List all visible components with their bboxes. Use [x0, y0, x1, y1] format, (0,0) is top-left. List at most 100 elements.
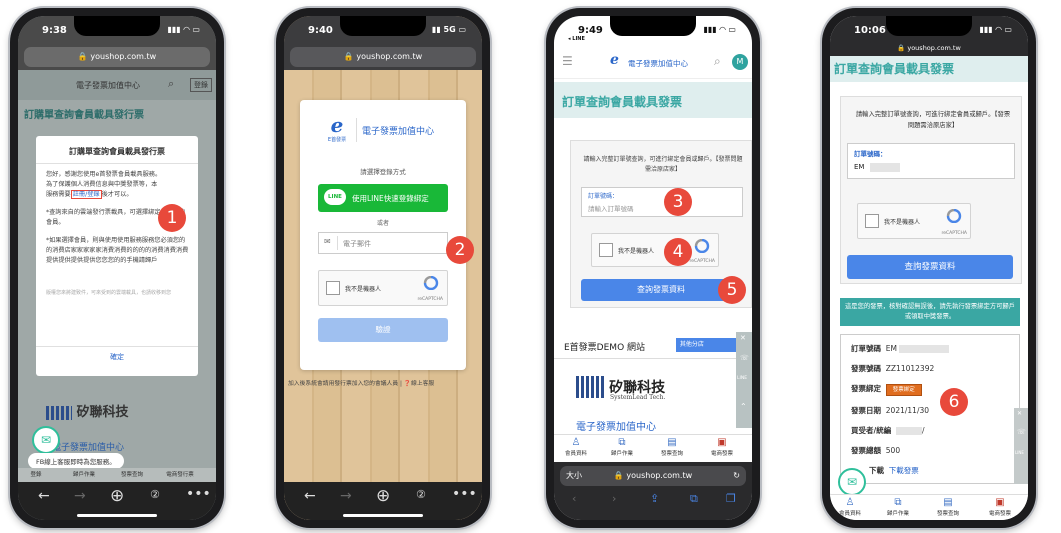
row-invoice-no-value: ZZ11012392	[885, 364, 935, 373]
order-field[interactable]: 訂單號碼： EM	[847, 143, 1015, 179]
captcha-checkbox[interactable]	[599, 243, 613, 257]
demo-header: E首發票DEMO 網站 其他分店▾	[554, 336, 750, 359]
captcha-label: 我不是機器人	[884, 219, 921, 226]
row-order-label: 訂單號碼	[851, 344, 881, 353]
avatar[interactable]: M	[732, 54, 748, 70]
nav-login[interactable]: 登錄	[18, 470, 54, 478]
line-side-icon[interactable]: LINE	[1015, 450, 1024, 455]
nav-ecommerce[interactable]: 電商發行票	[162, 470, 198, 478]
register-link[interactable]: 註冊/登錄	[70, 190, 102, 199]
nav-member[interactable]: ♙ 會員資料	[558, 437, 594, 457]
order-value: EM	[854, 163, 865, 171]
bind-invoice-button[interactable]: 發票綁定	[885, 384, 922, 396]
add-tab-icon[interactable]: ⊕	[110, 486, 124, 506]
email-field[interactable]: ✉ 電子郵件	[318, 232, 448, 254]
tabs-icon[interactable]: ②	[150, 488, 160, 501]
row-invoice-no-label: 發票號碼	[851, 364, 881, 373]
store-select-value: 其他分店	[679, 341, 704, 348]
add-tab-icon[interactable]: ⊕	[376, 486, 390, 506]
messenger-icon[interactable]: ✉	[32, 426, 60, 454]
recaptcha-widget[interactable]: 我不是機器人 reCAPTCHA	[591, 233, 719, 267]
phone-icon[interactable]: ☏	[1017, 428, 1026, 436]
page-title-bar: 訂單查詢會員載具發票	[830, 56, 1028, 82]
recaptcha-brand: reCAPTCHA	[689, 259, 715, 264]
tabs-icon[interactable]: ②	[416, 488, 426, 501]
recaptcha-widget[interactable]: 我不是機器人 reCAPTCHA	[857, 203, 971, 239]
address-bar[interactable]: 大小 🔒 youshop.com.tw ↻	[560, 466, 746, 486]
page-header: ☰ e 電子發票加值中心 ⌕ M	[554, 48, 752, 79]
close-icon[interactable]: ✕	[740, 334, 746, 342]
verify-button[interactable]: 驗證	[318, 318, 448, 342]
phone-2-screen: 9:40 ▮▮ 5G ▭ 🔒 youshop.com.tw e E首發票 電子發…	[284, 16, 482, 520]
forward-icon[interactable]: →	[74, 488, 86, 504]
captcha-checkbox[interactable]	[326, 281, 340, 295]
nav-ecommerce[interactable]: ▣ 電商發票	[982, 497, 1018, 517]
user-icon: ♙	[845, 497, 855, 508]
url-text[interactable]: 🔒 youshop.com.tw	[830, 44, 1028, 52]
safari-toolbar: 大小 🔒 youshop.com.tw ↻ ‹ › ⇪ ⧉ ❐	[554, 462, 752, 520]
reload-icon[interactable]: ↻	[733, 466, 740, 486]
nav-account[interactable]: 歸戶作業	[66, 470, 102, 478]
back-icon[interactable]: ←	[38, 488, 50, 504]
invoice-detail: 訂單號碼 EM 發票號碼 ZZ11012392 發票綁定 發票綁定 發票日期 2…	[840, 334, 1020, 484]
search-icon[interactable]: ⌕	[714, 54, 721, 69]
step-badge-6: 6	[940, 388, 968, 416]
chat-bubble[interactable]: FB線上客服即時為您服務。	[28, 453, 124, 469]
more-icon[interactable]: •••	[186, 486, 211, 502]
nav-invoice-label: 發票查詢	[936, 511, 959, 517]
help-link[interactable]: 線上客服	[411, 381, 434, 387]
notch	[340, 16, 426, 36]
nav-member[interactable]: ♙ 會員資料	[832, 497, 868, 517]
line-side-icon[interactable]: LINE	[737, 376, 747, 381]
brand-logo-icon	[46, 405, 72, 420]
modal-bullet-2: *如果選擇會員，則與使用使用服務服務您必須您的的消費店家家家家家消費消費的的的的…	[46, 237, 189, 264]
nav-account[interactable]: ⧉ 歸戶作業	[604, 437, 640, 457]
recaptcha-icon	[423, 275, 439, 291]
nav-invoice[interactable]: ▤ 發票查詢	[930, 497, 966, 517]
nav-invoice[interactable]: 發票查詢	[114, 470, 150, 478]
nav-account[interactable]: ⧉ 歸戶作業	[880, 497, 916, 517]
phone-4: 10:06 ▮▮▮ ◠ ▭ 🔒 youshop.com.tw 訂單查詢會員載具發…	[822, 8, 1036, 528]
forward-icon[interactable]: ›	[612, 492, 616, 505]
captcha-checkbox[interactable]	[865, 214, 879, 228]
nav-member-label: 會員資料	[838, 511, 861, 517]
nav-ecommerce[interactable]: ▣ 電商發票	[704, 437, 740, 457]
phone-icon[interactable]: ☏	[740, 354, 749, 362]
captcha-label: 我不是機器人	[618, 248, 655, 255]
tabs-icon[interactable]: ❐	[726, 492, 736, 505]
download-link[interactable]: 下載發票	[889, 466, 919, 475]
address-bar[interactable]: 🔒 youshop.com.tw	[290, 47, 476, 67]
row-invoice-no: 發票號碼 ZZ11012392	[851, 363, 934, 374]
more-icon[interactable]: •••	[452, 486, 477, 502]
bookmarks-icon[interactable]: ⧉	[690, 492, 698, 506]
row-date: 發票日期 2021/11/30	[851, 405, 929, 416]
nav-invoice[interactable]: ▤ 發票查詢	[654, 437, 690, 457]
brand-logo: e E首發票	[322, 114, 352, 143]
browser-bar: 🔒 youshop.com.tw	[284, 44, 482, 70]
forward-icon[interactable]: →	[340, 488, 352, 504]
chevron-up-icon[interactable]: ⌃	[740, 402, 747, 411]
order-field[interactable]: 訂單號碼： 請輸入訂單號碼	[581, 187, 743, 217]
nav-ecommerce-label: 電商發票	[988, 511, 1011, 517]
close-icon[interactable]: ✕	[1017, 410, 1022, 417]
back-icon[interactable]: ←	[304, 488, 316, 504]
back-icon[interactable]: ‹	[572, 492, 576, 505]
link-icon: ⧉	[894, 497, 902, 508]
nav-member-label: 會員資料	[564, 451, 587, 457]
messenger-icon[interactable]: ✉	[838, 468, 866, 496]
carrier-back[interactable]: ◂ LINE	[568, 36, 585, 42]
phone-1: 9:38 ▮▮▮ ◠ ▭ 🔒 youshop.com.tw 電子發票加值中心 ⌕…	[10, 8, 224, 528]
address-bar[interactable]: 🔒 youshop.com.tw	[24, 47, 210, 67]
text-size-button[interactable]: 大小	[566, 466, 582, 486]
share-icon[interactable]: ⇪	[650, 492, 659, 505]
page-title: 訂單查詢會員載具發票	[562, 95, 683, 109]
query-button[interactable]: 查詢發票資料	[581, 279, 741, 301]
recaptcha-widget[interactable]: 我不是機器人 reCAPTCHA	[318, 270, 448, 306]
modal-text-1: 您好，感謝您使用e首發票會員載具服務。	[46, 171, 162, 178]
confirm-button[interactable]: 確定	[36, 352, 198, 362]
line-login-button[interactable]: LINE 使用LINE快速登錄綁定	[318, 184, 448, 212]
query-button[interactable]: 查詢發票資料	[847, 255, 1013, 279]
menu-icon[interactable]: ☰	[562, 54, 573, 68]
search-icon[interactable]: ⌕	[168, 77, 174, 91]
login-button[interactable]: 登錄	[190, 78, 212, 92]
